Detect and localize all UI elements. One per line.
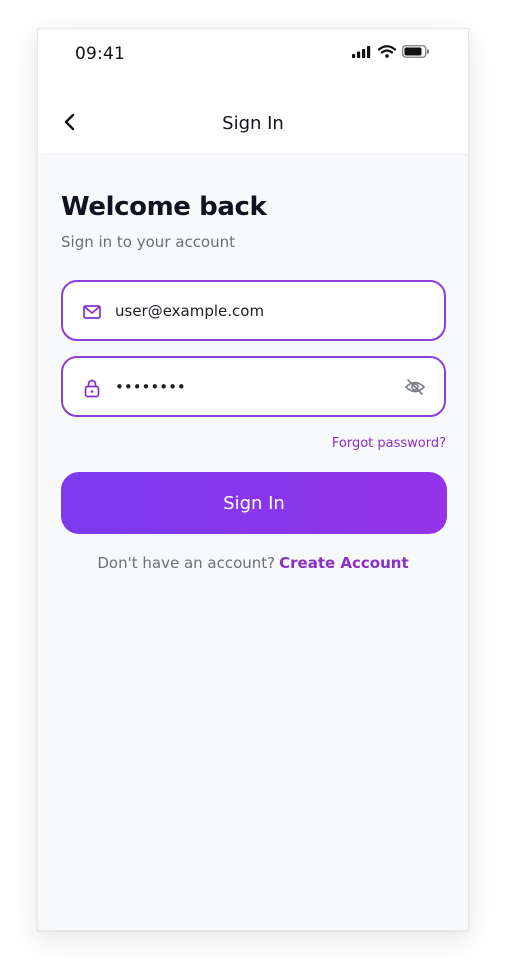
sign-in-button[interactable]: Sign In bbox=[61, 472, 447, 534]
email-field[interactable] bbox=[61, 280, 446, 341]
status-time: 09:41 bbox=[75, 44, 125, 64]
phone-screen: 09:41 Sign In Welcome back Sign in to yo… bbox=[37, 28, 469, 931]
signal-icon bbox=[352, 45, 371, 58]
eye-off-icon[interactable] bbox=[404, 376, 426, 398]
create-account-prompt: Don't have an account? Create Account bbox=[38, 554, 468, 572]
forgot-password-link[interactable]: Forgot password? bbox=[332, 436, 446, 451]
top-bar: 09:41 Sign In bbox=[38, 29, 468, 155]
battery-icon bbox=[402, 45, 429, 58]
page-title: Welcome back bbox=[61, 192, 267, 222]
lock-icon bbox=[84, 379, 100, 398]
page-subtitle: Sign in to your account bbox=[61, 233, 236, 251]
email-input[interactable] bbox=[115, 282, 395, 339]
password-field[interactable] bbox=[61, 356, 446, 417]
create-account-link[interactable]: Create Account bbox=[279, 554, 409, 572]
wifi-icon bbox=[378, 45, 396, 58]
nav-title: Sign In bbox=[222, 113, 284, 134]
create-account-prompt-text: Don't have an account? bbox=[97, 554, 276, 572]
password-input[interactable] bbox=[115, 358, 395, 415]
mail-icon bbox=[83, 305, 101, 319]
status-icons bbox=[352, 45, 430, 58]
